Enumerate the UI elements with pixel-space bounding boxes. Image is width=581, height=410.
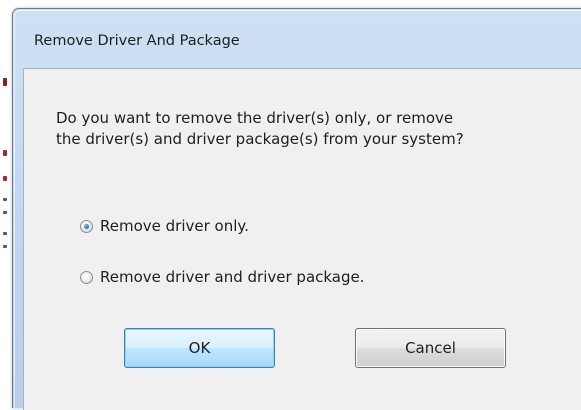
background-window-edge bbox=[0, 0, 12, 401]
dialog-client-area: Do you want to remove the driver(s) only… bbox=[23, 68, 581, 410]
remove-driver-only-radio[interactable]: Remove driver only. bbox=[80, 217, 249, 235]
background-mark bbox=[3, 232, 7, 235]
background-mark bbox=[3, 176, 7, 181]
remove-driver-only-label[interactable]: Remove driver only. bbox=[100, 217, 249, 235]
cancel-button[interactable]: Cancel bbox=[355, 328, 506, 368]
title-bar[interactable]: Remove Driver And Package bbox=[13, 9, 581, 67]
ok-button-label: OK bbox=[188, 339, 211, 357]
dialog-title: Remove Driver And Package bbox=[34, 33, 240, 49]
background-mark bbox=[3, 198, 7, 201]
background-mark bbox=[3, 150, 7, 156]
background-mark bbox=[3, 245, 7, 248]
background-mark bbox=[3, 78, 7, 86]
question-line-1: Do you want to remove the driver(s) only… bbox=[56, 109, 454, 127]
radio-unselected-icon[interactable] bbox=[80, 270, 93, 284]
background-mark bbox=[3, 211, 7, 214]
cancel-button-label: Cancel bbox=[405, 339, 456, 357]
radio-dot bbox=[84, 223, 89, 229]
remove-driver-and-package-label[interactable]: Remove driver and driver package. bbox=[100, 268, 365, 286]
question-text: Do you want to remove the driver(s) only… bbox=[56, 108, 576, 150]
question-line-2: the driver(s) and driver package(s) from… bbox=[56, 130, 464, 148]
remove-driver-and-package-radio[interactable]: Remove driver and driver package. bbox=[80, 268, 365, 286]
remove-driver-dialog: Remove Driver And Package Do you want to… bbox=[12, 8, 581, 410]
ok-button[interactable]: OK bbox=[124, 328, 275, 368]
radio-selected-icon[interactable] bbox=[80, 219, 93, 233]
